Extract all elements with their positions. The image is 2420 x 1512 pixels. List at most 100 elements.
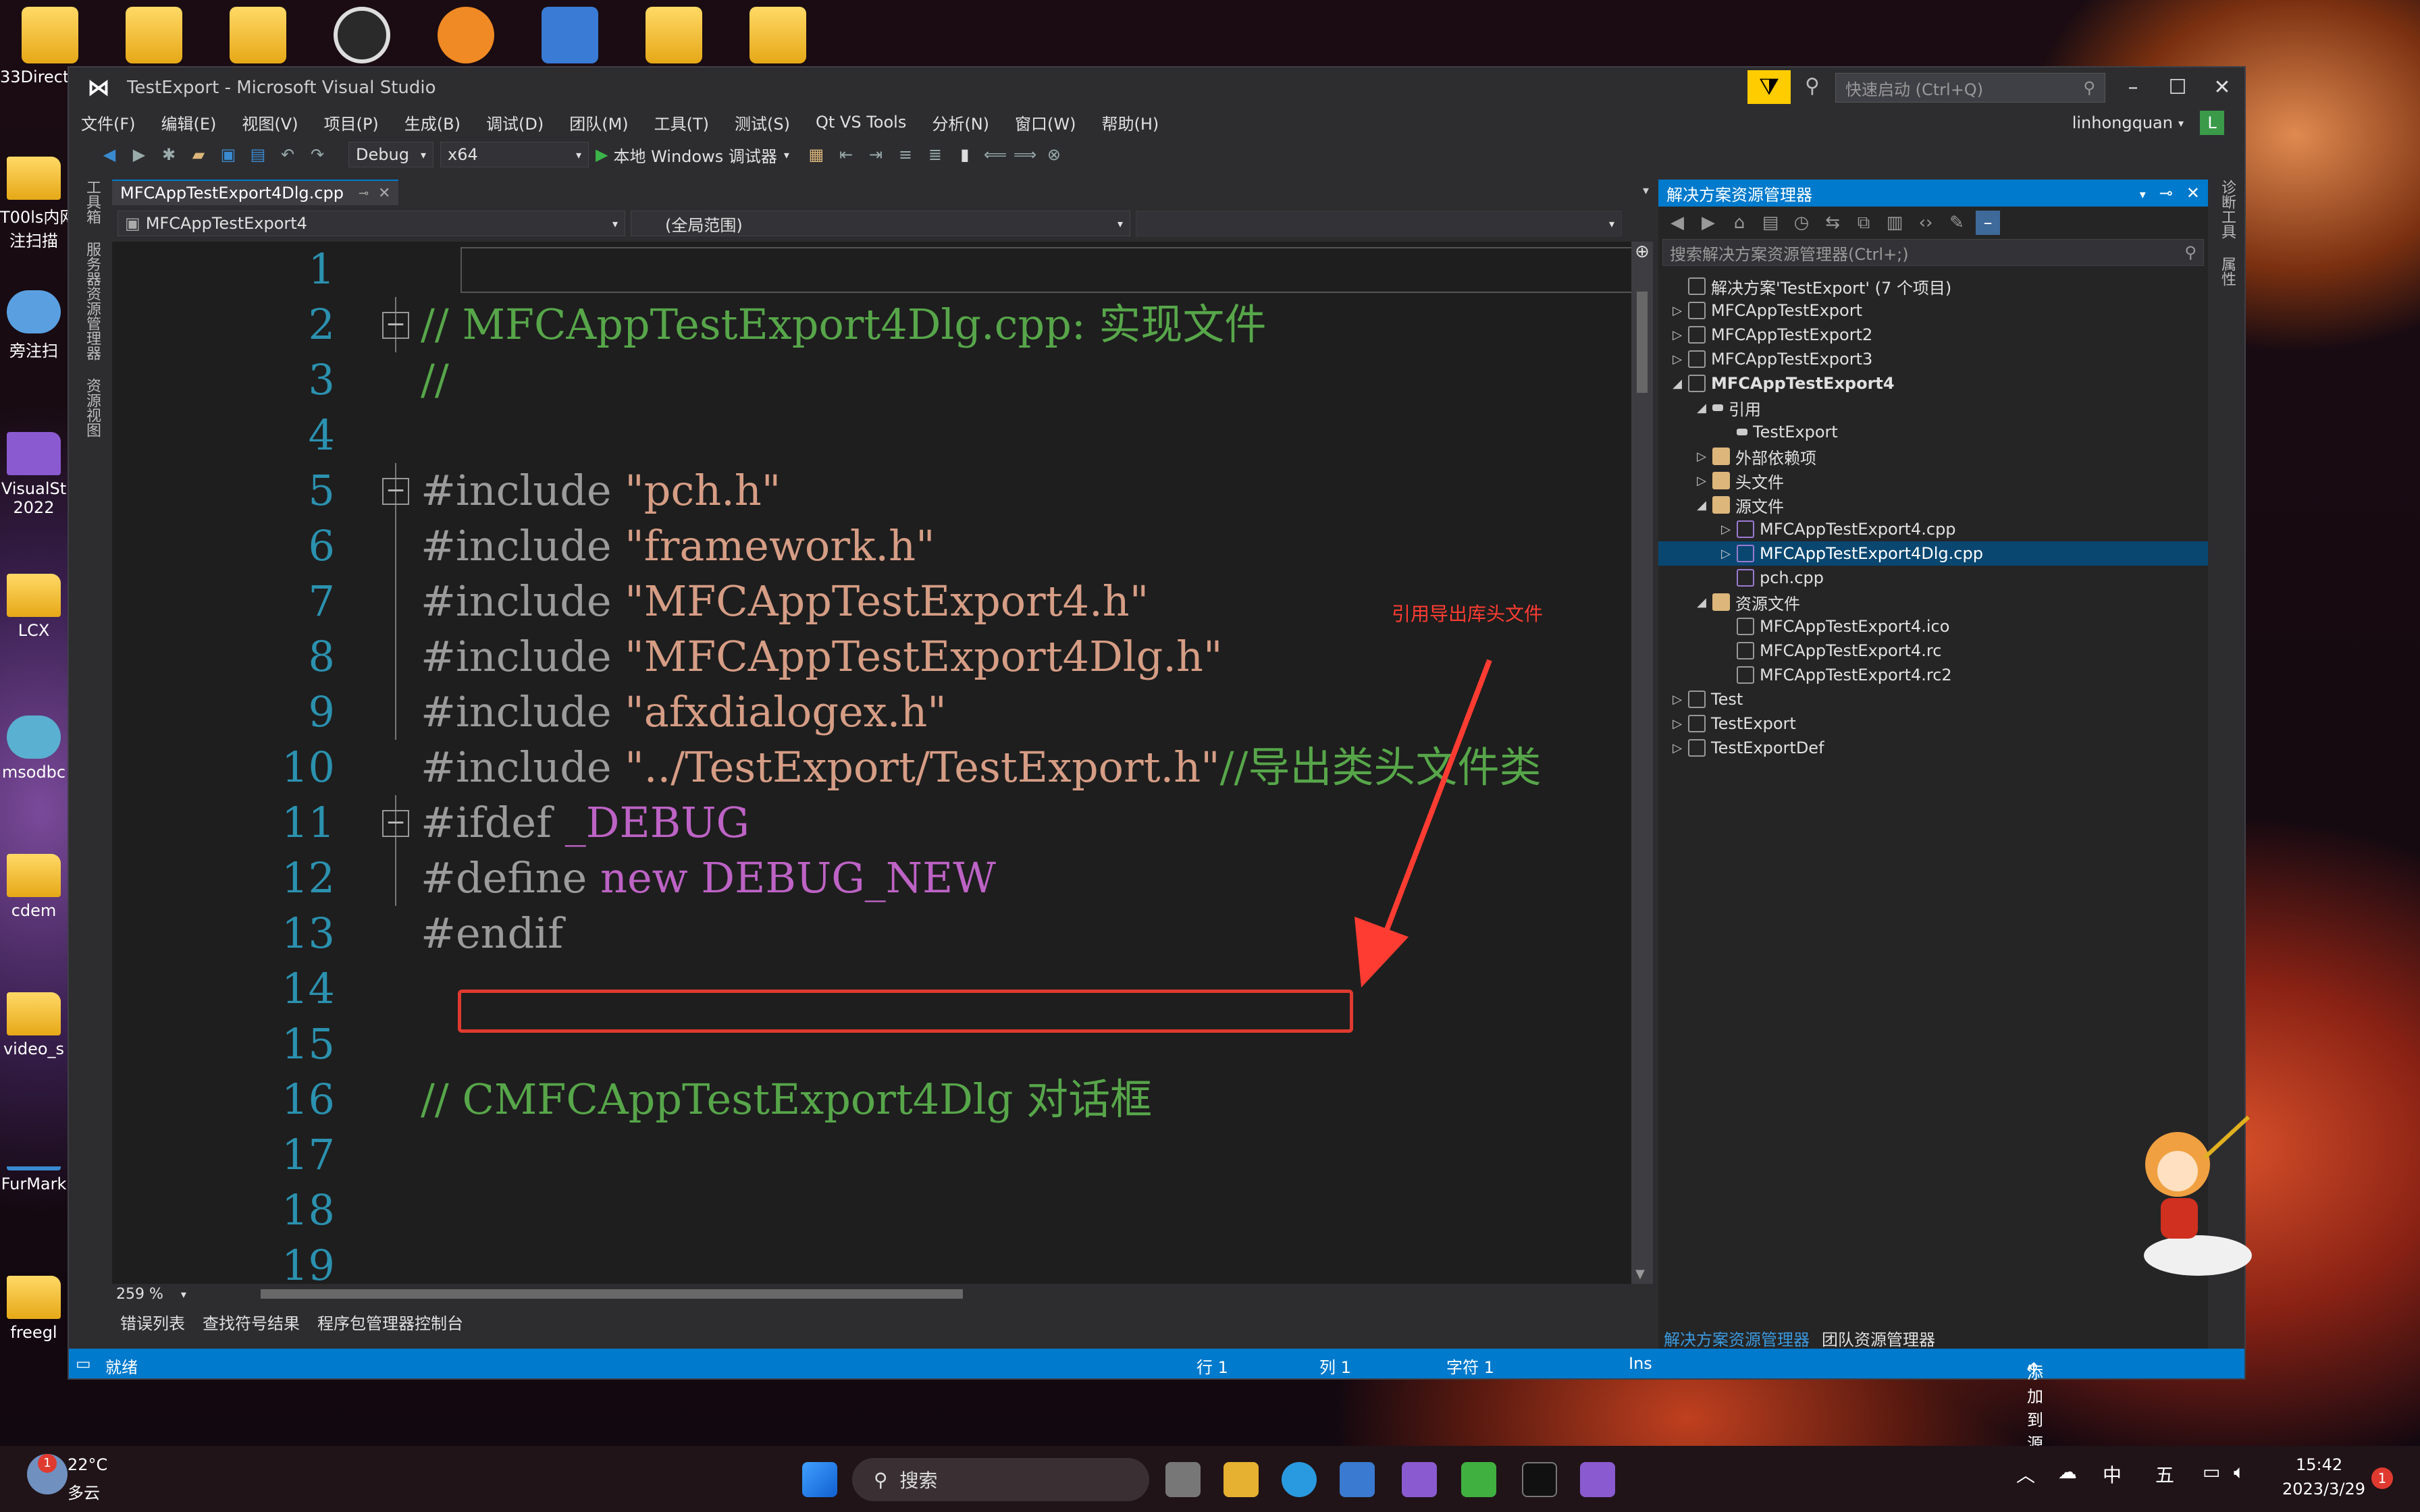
tree-item[interactable]: ▷ MFCAppTestExport xyxy=(1658,298,2208,323)
fold-toggle-icon[interactable]: − xyxy=(382,312,409,339)
clear-bookmarks-icon[interactable]: ⊗ xyxy=(1043,144,1065,165)
open-file-icon[interactable]: ▰ xyxy=(188,144,209,165)
tree-item[interactable]: ▷ 头文件 xyxy=(1658,468,2208,493)
uncomment-icon[interactable]: ≣ xyxy=(924,144,946,165)
expand-toggle-icon[interactable]: ◢ xyxy=(1669,377,1685,391)
onedrive-icon[interactable]: ☁ xyxy=(2058,1461,2077,1483)
preview-icon[interactable]: – xyxy=(1976,211,2000,235)
collapse-all-icon[interactable]: ⧉ xyxy=(1851,211,1876,235)
store-icon[interactable] xyxy=(1340,1462,1375,1497)
notification-badge[interactable]: 1 xyxy=(2371,1467,2393,1489)
menu-window[interactable]: 窗口(W) xyxy=(1015,111,1076,134)
menu-project[interactable]: 项目(P) xyxy=(324,111,379,134)
fold-toggle-icon[interactable]: − xyxy=(382,478,409,505)
diagnostic-tools-tab[interactable]: 诊断工具 xyxy=(2216,180,2238,239)
menu-help[interactable]: 帮助(H) xyxy=(1102,111,1159,134)
menu-test[interactable]: 测试(S) xyxy=(735,111,790,134)
code-line[interactable]: 16 // CMFCAppTestExport4Dlg 对话框 xyxy=(112,1072,1631,1127)
code-line[interactable]: 19 xyxy=(112,1238,1631,1284)
resource-view-tab[interactable]: 资源视图 xyxy=(81,378,103,437)
show-all-files-icon[interactable]: ▥ xyxy=(1883,211,1907,235)
pin-icon[interactable]: ⊸ xyxy=(359,186,369,200)
app-cube-icon[interactable] xyxy=(542,7,598,63)
menu-analyze[interactable]: 分析(N) xyxy=(932,111,989,134)
tree-item[interactable]: ◢ 引用 xyxy=(1658,396,2208,420)
save-icon[interactable]: ▣ xyxy=(217,144,239,165)
tree-item[interactable]: MFCAppTestExport4.rc2 xyxy=(1658,663,2208,687)
tree-item[interactable]: MFCAppTestExport4.rc xyxy=(1658,639,2208,663)
menu-qt-vs-tools[interactable]: Qt VS Tools xyxy=(816,113,906,132)
solution-search-input[interactable]: 搜索解决方案资源管理器(Ctrl+;) ⚲ xyxy=(1662,239,2204,266)
forward-icon[interactable]: ▶ xyxy=(128,144,150,165)
tree-item[interactable]: ▷ 外部依赖项 xyxy=(1658,444,2208,468)
desktop-icon[interactable]: FurMark xyxy=(0,1127,68,1193)
close-icon[interactable]: ✕ xyxy=(2186,184,2200,202)
chevron-down-icon[interactable]: ▾ xyxy=(1643,184,1649,198)
tree-item[interactable]: MFCAppTestExport4.ico xyxy=(1658,614,2208,639)
menu-team[interactable]: 团队(M) xyxy=(569,111,628,134)
tree-item[interactable]: ▷ MFCAppTestExport4.cpp xyxy=(1658,517,2208,541)
clock-time[interactable]: 15:42 xyxy=(2296,1455,2342,1474)
code-line[interactable]: 1 xyxy=(112,242,1631,297)
clock-date[interactable]: 2023/3/29 xyxy=(2282,1480,2365,1498)
ime-indicator[interactable]: 中 xyxy=(2103,1461,2122,1488)
status-output-icon[interactable]: ▭ xyxy=(76,1354,91,1373)
desktop-icon[interactable]: cdem xyxy=(0,854,68,920)
tree-item[interactable]: ▷ TestExportDef xyxy=(1658,736,2208,760)
tree-item[interactable]: ◢ MFCAppTestExport4 xyxy=(1658,371,2208,396)
toolbox-tab[interactable]: 工具箱 xyxy=(81,180,103,224)
menu-tools[interactable]: 工具(T) xyxy=(654,111,709,134)
visual-studio-2-icon[interactable] xyxy=(1580,1462,1615,1497)
expand-toggle-icon[interactable]: ▷ xyxy=(1669,693,1685,707)
sync-icon[interactable]: ⇆ xyxy=(1820,211,1845,235)
switch-views-icon[interactable]: ▤ xyxy=(1758,211,1783,235)
platform-select[interactable]: x64 ▾ xyxy=(440,142,589,167)
server-explorer-tab[interactable]: 服务器资源管理器 xyxy=(81,242,103,360)
team-explorer-tab[interactable]: 团队资源管理器 xyxy=(1822,1326,1935,1350)
folder-icon[interactable] xyxy=(22,7,78,63)
tree-item[interactable]: ▷ MFCAppTestExport4Dlg.cpp xyxy=(1658,541,2208,566)
code-line[interactable]: 18 xyxy=(112,1183,1631,1238)
back-icon[interactable]: ◀ xyxy=(99,144,120,165)
member-nav-select[interactable]: ▾ xyxy=(1136,211,1622,236)
save-all-icon[interactable]: ▤ xyxy=(247,144,269,165)
tree-item[interactable]: TestExport xyxy=(1658,420,2208,444)
tree-item[interactable]: ▷ Test xyxy=(1658,687,2208,711)
tree-item[interactable]: 解决方案'TestExport' (7 个项目) xyxy=(1658,274,2208,298)
forward-icon[interactable]: ▶ xyxy=(1696,211,1720,235)
code-line[interactable]: 3 // xyxy=(112,352,1631,408)
vertical-scrollbar[interactable]: ⊕ ▼ xyxy=(1631,242,1653,1284)
new-project-icon[interactable]: ✱ xyxy=(158,144,180,165)
quick-launch-input[interactable]: 快速启动 (Ctrl+Q) ⚲ xyxy=(1835,73,2105,103)
zip-folder-icon[interactable] xyxy=(646,7,702,63)
view-code-icon[interactable]: ‹› xyxy=(1914,211,1938,235)
chevron-down-icon[interactable]: ▾ xyxy=(181,1288,186,1301)
back-icon[interactable]: ◀ xyxy=(1665,211,1689,235)
outdent-icon[interactable]: ⇤ xyxy=(835,144,857,165)
zoom-level[interactable]: 259 % xyxy=(116,1286,163,1303)
start-windows-icon[interactable] xyxy=(802,1462,837,1497)
desktop-icon[interactable]: freegl xyxy=(0,1276,68,1342)
expand-toggle-icon[interactable]: ▷ xyxy=(1669,352,1685,367)
desktop-icon[interactable]: VisualSt 2022 xyxy=(0,432,68,517)
tree-item[interactable]: ◢ 资源文件 xyxy=(1658,590,2208,614)
menu-view[interactable]: 视图(V) xyxy=(242,111,298,134)
undo-icon[interactable]: ↶ xyxy=(277,144,298,165)
desktop-icon[interactable]: LCX xyxy=(0,574,68,640)
redo-icon[interactable]: ↷ xyxy=(307,144,328,165)
minimize-button[interactable]: – xyxy=(2111,68,2155,108)
comment-icon[interactable]: ≡ xyxy=(895,144,916,165)
code-line[interactable]: 6 #include "framework.h" xyxy=(112,518,1631,574)
scope-nav-select[interactable]: (全局范围) ▾ xyxy=(631,211,1130,236)
expand-toggle-icon[interactable]: ◢ xyxy=(1693,498,1710,512)
package-manager-console-tab[interactable]: 程序包管理器控制台 xyxy=(317,1310,463,1334)
tree-item[interactable]: ◢ 源文件 xyxy=(1658,493,2208,517)
indent-icon[interactable]: ⇥ xyxy=(865,144,887,165)
find-in-files-icon[interactable]: ▦ xyxy=(806,144,827,165)
expand-toggle-icon[interactable]: ◢ xyxy=(1693,595,1710,610)
prev-bookmark-icon[interactable]: ⟸ xyxy=(984,144,1007,165)
expand-toggle-icon[interactable]: ▷ xyxy=(1718,547,1734,561)
taskbar-search[interactable]: ⚲ 搜索 xyxy=(852,1458,1149,1501)
fold-toggle-icon[interactable]: − xyxy=(382,810,409,837)
desktop-icon[interactable]: 33Direct xyxy=(0,68,69,86)
